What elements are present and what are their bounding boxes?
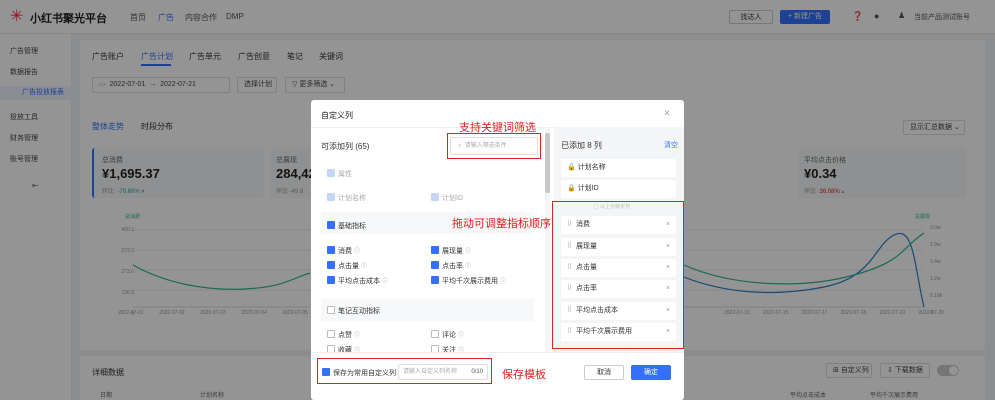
column-favorites[interactable]: 收藏 ⓘ (327, 345, 360, 355)
lock-icon: 🔒 (567, 185, 576, 192)
footer-divider (311, 352, 684, 353)
column-spend[interactable]: 消费 ⓘ (327, 246, 360, 256)
column-cpc[interactable]: 平均点击成本 ⓘ (327, 276, 388, 286)
clear-button[interactable]: 清空 (664, 140, 678, 150)
annotation-save-box (317, 358, 492, 384)
column-comments[interactable]: 评论 ⓘ (431, 330, 464, 340)
column-impressions[interactable]: 展现量 ⓘ (431, 246, 471, 256)
column-plan-id[interactable]: 计划ID (431, 193, 463, 203)
available-count: 可添加列 (65) (321, 142, 370, 151)
column-cpm[interactable]: 平均千次展示费用 ⓘ (431, 276, 506, 286)
fixed-column-plan-name: 🔒 计划名称 (561, 159, 676, 177)
confirm-button[interactable]: 确定 (631, 365, 671, 380)
left-scrollbar[interactable] (545, 127, 550, 352)
selected-count: 已添加 8 列 (561, 141, 602, 150)
close-icon[interactable]: × (664, 108, 670, 119)
column-follows[interactable]: 关注 ⓘ (431, 345, 464, 355)
group-note[interactable]: 笔记互动指标 (327, 306, 380, 316)
annotation-search-box (447, 133, 541, 159)
fixed-column-plan-id: 🔒 计划ID (561, 180, 676, 198)
column-ctr[interactable]: 点击率 ⓘ (431, 261, 471, 271)
column-plan-name[interactable]: 计划名称 (327, 193, 366, 203)
annotation-drag-box (552, 201, 684, 349)
column-likes[interactable]: 点赞 ⓘ (327, 330, 360, 340)
lock-icon: 🔒 (567, 164, 576, 171)
annotation-save: 保存模板 (502, 369, 546, 381)
column-clicks[interactable]: 点击量 ⓘ (327, 261, 367, 271)
group-attr[interactable]: 属性 (327, 169, 352, 179)
cancel-button[interactable]: 取消 (584, 365, 624, 380)
modal-title: 自定义列 (321, 111, 353, 120)
annotation-drag: 拖动可调整指标顺序 (452, 218, 551, 230)
group-basic[interactable]: 基础指标 (327, 221, 366, 231)
